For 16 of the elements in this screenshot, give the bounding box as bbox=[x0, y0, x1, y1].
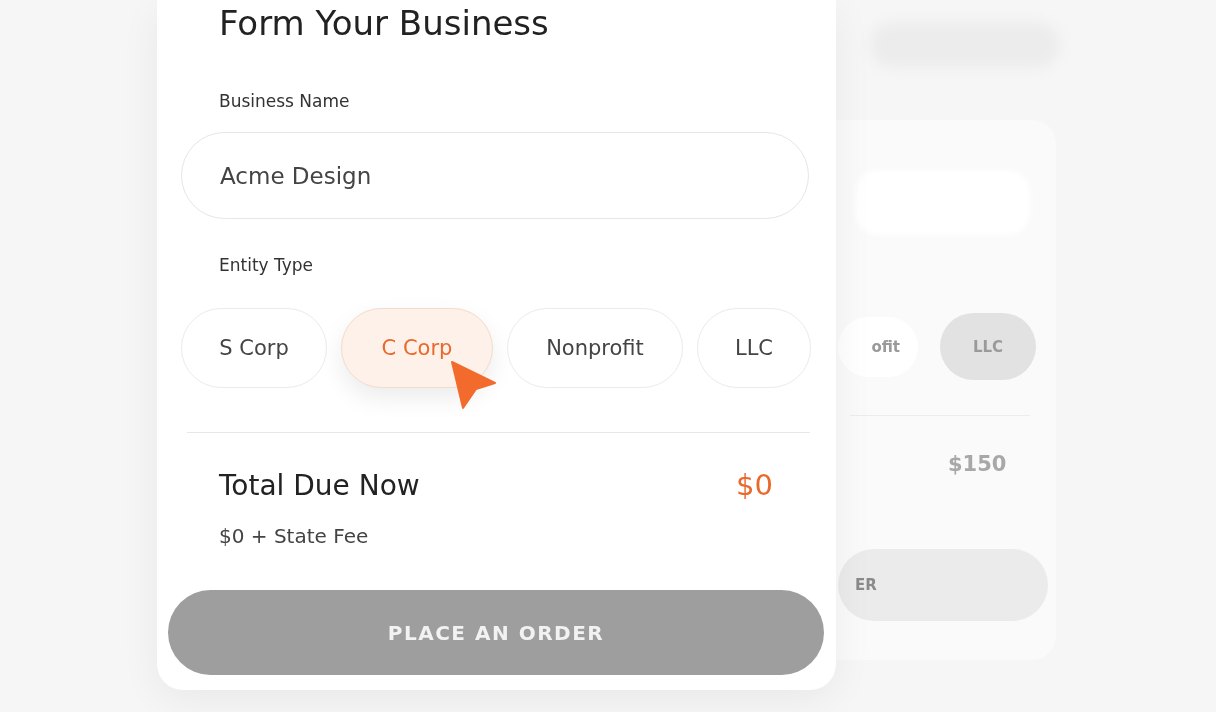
entity-type-option[interactable]: Nonprofit bbox=[507, 308, 683, 388]
total-label: Total Due Now bbox=[219, 468, 420, 502]
field-label: Entity Type bbox=[219, 254, 314, 276]
blurred-option[interactable]: LLC bbox=[940, 313, 1036, 380]
cursor-icon bbox=[449, 360, 497, 410]
field-label: Business Name bbox=[219, 90, 350, 112]
blurred-option[interactable]: ofit bbox=[838, 316, 918, 377]
blurred-button[interactable]: ER bbox=[838, 549, 1048, 621]
form-title: Form Your Business bbox=[219, 3, 549, 43]
entity-type-option[interactable]: LLC bbox=[697, 308, 811, 388]
entity-type-option[interactable]: C Corp bbox=[341, 308, 493, 388]
total-amount: $0 bbox=[736, 468, 773, 502]
fee-note: $0 + State Fee bbox=[219, 523, 369, 549]
entity-type-option[interactable]: S Corp bbox=[181, 308, 327, 388]
business-name-field[interactable]: Acme Design bbox=[181, 132, 809, 219]
blurred-amount: $150 bbox=[948, 451, 1007, 478]
